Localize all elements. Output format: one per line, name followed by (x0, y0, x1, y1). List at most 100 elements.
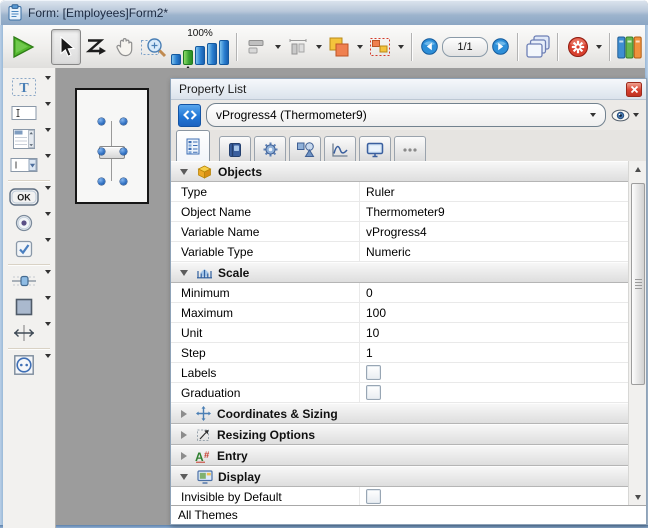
slider-tool-dropdown-arrow[interactable] (45, 274, 51, 288)
list-box-tool-dropdown-arrow[interactable] (45, 132, 51, 146)
distribute-dropdown-arrow[interactable] (313, 30, 324, 64)
tab-all-properties[interactable] (176, 130, 210, 162)
zoom-tool-button[interactable] (140, 30, 168, 64)
run-form-button[interactable] (6, 30, 40, 64)
tab-events[interactable] (324, 136, 356, 162)
static-text-tool-dropdown-arrow[interactable] (45, 80, 51, 94)
button-tool-dropdown-arrow[interactable] (45, 190, 51, 204)
section-label: Resizing Options (217, 428, 315, 442)
level-dropdown-arrow[interactable] (354, 30, 365, 64)
combo-box-tool-dropdown-arrow[interactable] (45, 158, 51, 172)
zoom-bar[interactable] (207, 43, 217, 65)
chevron-down-icon (45, 296, 51, 314)
tab-objects[interactable] (219, 136, 251, 162)
checkbox-labels[interactable] (366, 365, 381, 380)
section-header-resizing-options[interactable]: Resizing Options (171, 424, 629, 445)
actions-dropdown-arrow[interactable] (593, 30, 604, 64)
zoom-bar[interactable] (195, 46, 205, 65)
section-header-objects[interactable]: Objects (171, 161, 629, 182)
property-value[interactable]: vProgress4 (359, 222, 629, 241)
chevron-down-icon (45, 154, 51, 172)
radio-button-tool[interactable] (9, 211, 39, 235)
property-value[interactable] (359, 487, 629, 506)
zoom-scale-widget[interactable]: 100% (171, 29, 229, 65)
section-header-entry[interactable]: A#Entry (171, 445, 629, 466)
button-tool[interactable]: OK (9, 185, 39, 209)
object-selector-dropdown[interactable]: vProgress4 (Thermometer9) (206, 103, 606, 127)
group-dropdown-arrow[interactable] (395, 30, 406, 64)
entry-order-tool-button[interactable] (82, 30, 110, 64)
align-dropdown-arrow[interactable] (272, 30, 283, 64)
align-button[interactable] (243, 30, 271, 64)
scroll-up-button[interactable] (630, 162, 645, 177)
selection-handle-middle-right[interactable] (120, 148, 127, 155)
property-value[interactable]: Ruler (359, 182, 629, 201)
tab-display[interactable] (359, 136, 391, 162)
pages-button[interactable] (524, 30, 552, 64)
property-label: Type (171, 182, 359, 201)
property-value[interactable] (359, 363, 629, 382)
select-arrow-icon (56, 36, 76, 58)
checkbox-graduation[interactable] (366, 385, 381, 400)
section-header-display[interactable]: Display (171, 466, 629, 487)
radio-button-tool-dropdown-arrow[interactable] (45, 216, 51, 230)
list-box-tool[interactable] (9, 127, 39, 151)
splitter-tool[interactable] (9, 321, 39, 345)
rectangle-tool-dropdown-arrow[interactable] (45, 300, 51, 314)
scrollbar-thumb[interactable] (631, 183, 645, 385)
form-page[interactable] (75, 88, 149, 204)
checkbox-tool-dropdown-arrow[interactable] (45, 242, 51, 256)
property-value[interactable]: 0 (359, 283, 629, 302)
property-value[interactable]: Thermometer9 (359, 202, 629, 221)
zoom-bar-current[interactable] (183, 50, 193, 65)
library-button[interactable] (616, 30, 644, 64)
property-value[interactable]: Numeric (359, 242, 629, 261)
plugin-area-tool-dropdown-arrow[interactable] (45, 358, 51, 372)
selection-handle-bottom-right[interactable] (120, 178, 127, 185)
collapse-triangle-icon (180, 474, 188, 480)
actions-button[interactable] (564, 30, 592, 64)
selection-handle-middle-left[interactable] (98, 148, 105, 155)
property-value[interactable]: 100 (359, 303, 629, 322)
tab-settings[interactable] (254, 136, 286, 162)
combo-box-tool[interactable] (9, 153, 39, 177)
input-tool[interactable] (9, 101, 39, 125)
property-value[interactable]: 1 (359, 343, 629, 362)
next-page-button[interactable] (492, 38, 509, 55)
object-code-button[interactable] (178, 104, 201, 127)
selection-handle-top-left[interactable] (98, 118, 105, 125)
tab-shapes[interactable] (289, 136, 321, 162)
property-value-text: Numeric (366, 245, 411, 259)
checkbox-invisible-by-default[interactable] (366, 489, 381, 504)
plugin-area-tool[interactable] (9, 353, 39, 377)
zoom-bar[interactable] (219, 40, 229, 65)
page-indicator[interactable]: 1/1 (442, 37, 488, 57)
input-tool-dropdown-arrow[interactable] (45, 106, 51, 120)
slider-tool[interactable] (9, 269, 39, 293)
tab-more[interactable] (394, 136, 426, 162)
more-icon (402, 147, 418, 153)
checkbox-tool[interactable] (9, 237, 39, 261)
property-value[interactable] (359, 383, 629, 402)
rectangle-tool[interactable] (9, 295, 39, 319)
selection-handle-top-right[interactable] (120, 118, 127, 125)
distribute-button[interactable] (284, 30, 312, 64)
section-header-scale[interactable]: Scale (171, 262, 629, 283)
pan-tool-button[interactable] (111, 30, 139, 64)
section-header-coordinates-sizing[interactable]: Coordinates & Sizing (171, 403, 629, 424)
property-value[interactable]: 10 (359, 323, 629, 342)
zoom-level-label: 100% (187, 29, 213, 39)
level-button[interactable] (325, 30, 353, 64)
selection-handle-bottom-left[interactable] (98, 178, 105, 185)
slider-tool-icon (11, 272, 37, 290)
scroll-down-button[interactable] (630, 490, 645, 505)
close-button[interactable] (626, 82, 642, 97)
select-tool-button[interactable] (51, 29, 81, 65)
group-button[interactable] (366, 30, 394, 64)
static-text-tool[interactable]: T (9, 75, 39, 99)
previous-page-button[interactable] (421, 38, 438, 55)
view-options-button[interactable] (611, 109, 639, 122)
property-list-scrollbar[interactable] (628, 161, 646, 506)
zoom-bar[interactable] (171, 54, 181, 65)
splitter-tool-dropdown-arrow[interactable] (45, 326, 51, 340)
